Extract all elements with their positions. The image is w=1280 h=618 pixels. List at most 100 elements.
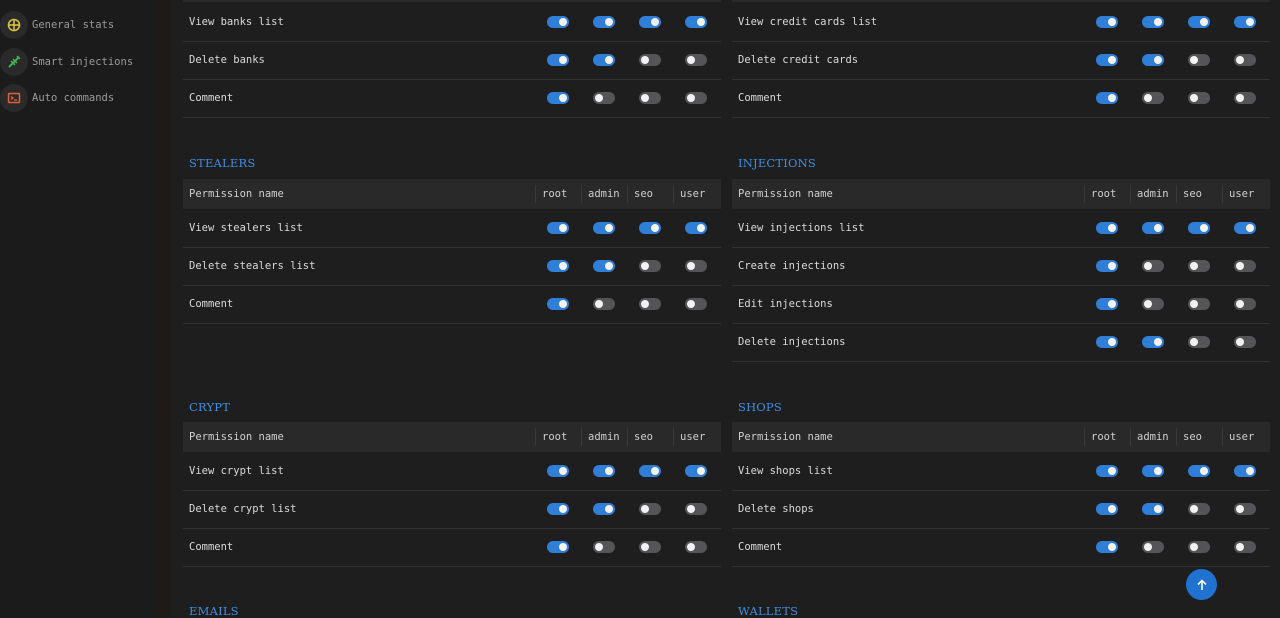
permission-toggle-root[interactable]	[1096, 298, 1118, 310]
permission-toggle-user[interactable]	[685, 298, 707, 310]
permission-toggle-root[interactable]	[1096, 92, 1118, 104]
permission-toggle-seo[interactable]	[1188, 92, 1210, 104]
permission-cell	[627, 54, 673, 66]
permission-toggle-admin[interactable]	[593, 54, 615, 66]
permission-toggle-root[interactable]	[1096, 222, 1118, 234]
permission-toggle-admin[interactable]	[1142, 16, 1164, 28]
permission-toggle-root[interactable]	[547, 222, 569, 234]
permission-toggle-seo[interactable]	[1188, 541, 1210, 553]
permission-cell	[1222, 465, 1268, 477]
permission-toggle-user[interactable]	[685, 92, 707, 104]
permission-toggle-seo[interactable]	[1188, 16, 1210, 28]
permission-toggle-seo[interactable]	[1188, 298, 1210, 310]
permission-toggle-admin[interactable]	[593, 222, 615, 234]
scroll-top-button[interactable]	[1186, 569, 1217, 600]
permission-toggle-seo[interactable]	[1188, 503, 1210, 515]
permission-toggle-user[interactable]	[685, 260, 707, 272]
permission-toggle-seo[interactable]	[639, 54, 661, 66]
permission-toggle-seo[interactable]	[639, 541, 661, 553]
permission-toggle-admin[interactable]	[593, 16, 615, 28]
table-header-edge	[732, 0, 1270, 2]
header-role-admin: admin	[1130, 185, 1176, 203]
sidebar-item-auto-commands[interactable]: Auto commands	[0, 84, 158, 112]
permission-toggle-root[interactable]	[547, 260, 569, 272]
permission-toggle-seo[interactable]	[639, 222, 661, 234]
permission-name: Delete crypt list	[189, 503, 297, 515]
permission-toggle-user[interactable]	[1234, 298, 1256, 310]
permission-toggle-root[interactable]	[547, 16, 569, 28]
sidebar-item-smart-injections[interactable]: Smart injections	[0, 48, 158, 76]
panel-title: CRYPT	[189, 400, 231, 414]
permission-toggle-seo[interactable]	[639, 16, 661, 28]
permission-cell	[581, 298, 627, 310]
permission-toggle-user[interactable]	[1234, 541, 1256, 553]
permission-toggle-user[interactable]	[685, 503, 707, 515]
permission-toggle-seo[interactable]	[639, 92, 661, 104]
permission-toggle-admin[interactable]	[593, 92, 615, 104]
toggle-knob	[559, 300, 567, 308]
permission-toggle-seo[interactable]	[639, 260, 661, 272]
permission-toggle-user[interactable]	[685, 465, 707, 477]
permission-toggle-seo[interactable]	[1188, 260, 1210, 272]
permission-toggle-user[interactable]	[685, 16, 707, 28]
terminal-icon	[0, 84, 28, 112]
permission-toggle-user[interactable]	[1234, 92, 1256, 104]
permission-toggle-user[interactable]	[685, 541, 707, 553]
permission-toggle-root[interactable]	[547, 503, 569, 515]
permission-toggle-root[interactable]	[1096, 503, 1118, 515]
permission-toggle-user[interactable]	[1234, 465, 1256, 477]
permission-toggle-user[interactable]	[685, 54, 707, 66]
permission-toggle-user[interactable]	[1234, 503, 1256, 515]
permission-toggle-seo[interactable]	[639, 503, 661, 515]
permission-name: Comment	[189, 541, 234, 553]
permission-toggle-root[interactable]	[547, 298, 569, 310]
permission-toggle-admin[interactable]	[1142, 465, 1164, 477]
permission-toggle-seo[interactable]	[1188, 222, 1210, 234]
header-permission-name: Permission name	[738, 431, 833, 443]
permission-cell	[1176, 541, 1222, 553]
permission-toggle-admin[interactable]	[593, 260, 615, 272]
permission-toggle-admin[interactable]	[593, 298, 615, 310]
permission-toggle-root[interactable]	[1096, 465, 1118, 477]
permission-toggle-root[interactable]	[547, 465, 569, 477]
sidebar-item-general-stats[interactable]: General stats	[0, 11, 158, 39]
permission-toggle-root[interactable]	[1096, 54, 1118, 66]
sidebar: General stats Smart injections Auto comm…	[0, 0, 158, 617]
permission-toggle-root[interactable]	[547, 541, 569, 553]
toggle-knob	[1246, 224, 1254, 232]
permission-toggle-admin[interactable]	[1142, 336, 1164, 348]
permission-toggle-user[interactable]	[1234, 260, 1256, 272]
permission-toggle-root[interactable]	[1096, 260, 1118, 272]
permission-toggle-root[interactable]	[1096, 541, 1118, 553]
permission-toggle-admin[interactable]	[1142, 503, 1164, 515]
permission-toggle-root[interactable]	[547, 54, 569, 66]
permission-toggle-admin[interactable]	[593, 503, 615, 515]
permission-toggle-seo[interactable]	[639, 298, 661, 310]
permission-toggle-admin[interactable]	[593, 541, 615, 553]
permission-toggle-user[interactable]	[1234, 222, 1256, 234]
header-role-root: root	[1084, 428, 1130, 446]
permission-toggle-seo[interactable]	[1188, 465, 1210, 477]
permission-toggle-user[interactable]	[1234, 54, 1256, 66]
permission-toggle-root[interactable]	[1096, 336, 1118, 348]
permission-toggle-seo[interactable]	[1188, 54, 1210, 66]
permission-cell	[535, 541, 581, 553]
permission-toggle-admin[interactable]	[1142, 54, 1164, 66]
permission-toggle-root[interactable]	[1096, 16, 1118, 28]
permission-toggle-admin[interactable]	[593, 465, 615, 477]
permission-toggle-admin[interactable]	[1142, 541, 1164, 553]
permission-toggle-user[interactable]	[1234, 16, 1256, 28]
permission-cell	[627, 541, 673, 553]
sidebar-item-label: Auto commands	[32, 92, 115, 104]
permission-toggle-seo[interactable]	[1188, 336, 1210, 348]
permission-toggle-root[interactable]	[547, 92, 569, 104]
permission-toggle-admin[interactable]	[1142, 298, 1164, 310]
permission-toggle-user[interactable]	[1234, 336, 1256, 348]
permission-toggle-admin[interactable]	[1142, 92, 1164, 104]
permission-toggle-seo[interactable]	[639, 465, 661, 477]
permission-toggle-admin[interactable]	[1142, 222, 1164, 234]
permission-cell	[1176, 92, 1222, 104]
toggle-knob	[595, 94, 603, 102]
permission-toggle-admin[interactable]	[1142, 260, 1164, 272]
permission-toggle-user[interactable]	[685, 222, 707, 234]
